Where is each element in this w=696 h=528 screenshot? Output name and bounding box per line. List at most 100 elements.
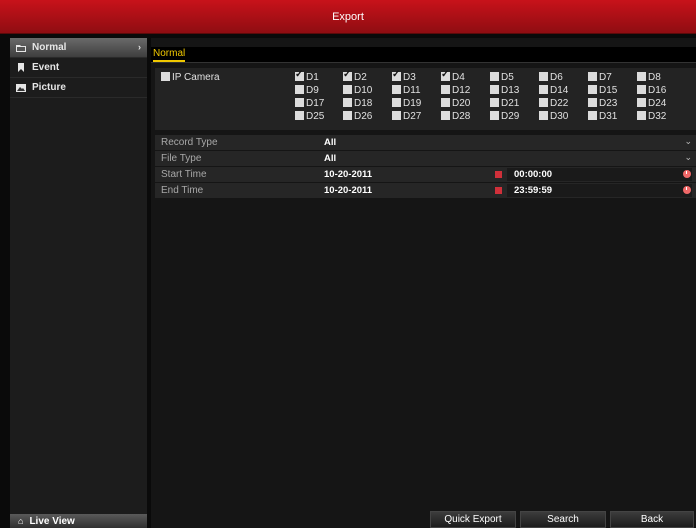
checkbox-icon — [392, 85, 401, 94]
channel-checkbox[interactable]: D22 — [539, 98, 568, 109]
channel-label: D30 — [550, 111, 569, 122]
channel-checkbox[interactable]: D25 — [295, 111, 324, 122]
channel-checkbox[interactable]: D32 — [637, 111, 666, 122]
channel-checkbox[interactable]: D30 — [539, 111, 568, 122]
ip-camera-label: IP Camera — [172, 72, 220, 83]
checkbox-icon — [588, 98, 597, 107]
channel-checkbox[interactable]: D1 — [295, 69, 319, 83]
channel-checkbox[interactable]: D7 — [588, 72, 612, 83]
checkbox-icon — [343, 69, 352, 81]
start-time-field[interactable]: 00:00:00 — [514, 169, 552, 180]
channel-label: D29 — [501, 111, 520, 122]
sidebar-item-normal[interactable]: Normal › — [10, 38, 147, 58]
channel-checkbox[interactable]: D12 — [441, 85, 470, 96]
channel-label: D21 — [501, 98, 520, 109]
channel-label: D1 — [306, 72, 319, 83]
record-type-select[interactable]: All — [324, 137, 336, 148]
channel-checkbox[interactable]: D9 — [295, 85, 319, 96]
channel-checkbox[interactable]: D27 — [392, 111, 421, 122]
calendar-icon[interactable] — [495, 171, 502, 178]
checkbox-icon — [539, 85, 548, 94]
channel-checkbox[interactable]: D20 — [441, 98, 470, 109]
sidebar-item-picture[interactable]: Picture — [10, 78, 147, 98]
channel-label: D31 — [599, 111, 618, 122]
start-time-label: Start Time — [161, 169, 207, 180]
channel-checkbox[interactable]: D23 — [588, 98, 617, 109]
channel-checkbox[interactable]: D5 — [490, 72, 514, 83]
channel-checkbox[interactable]: D11 — [392, 85, 421, 96]
search-button[interactable]: Search — [520, 511, 606, 528]
sidebar-item-label: Event — [32, 62, 60, 73]
checkbox-icon — [392, 111, 401, 120]
checkbox-icon — [343, 85, 352, 94]
checkbox-icon — [441, 69, 450, 81]
channel-checkbox[interactable]: D19 — [392, 98, 421, 109]
channel-checkbox[interactable]: D3 — [392, 69, 416, 83]
channel-label: D7 — [599, 72, 612, 83]
channel-label: D27 — [403, 111, 422, 122]
chevron-down-icon[interactable]: ⌄ — [684, 152, 692, 163]
end-time-field[interactable]: 23:59:59 — [514, 185, 552, 196]
channel-checkbox[interactable]: D31 — [588, 111, 617, 122]
chevron-right-icon: › — [138, 42, 141, 52]
sidebar-item-label: Normal — [32, 42, 67, 53]
channel-checkbox[interactable]: D8 — [637, 72, 661, 83]
sidebar-item-event[interactable]: Event — [10, 58, 147, 78]
clock-icon[interactable] — [683, 186, 691, 194]
channel-checkbox[interactable]: D14 — [539, 85, 568, 96]
channel-label: D5 — [501, 72, 514, 83]
channel-label: D16 — [648, 85, 667, 96]
checkbox-icon — [490, 72, 499, 81]
record-type-label: Record Type — [161, 137, 218, 148]
channel-checkbox[interactable]: D13 — [490, 85, 519, 96]
checkbox-icon — [637, 98, 646, 107]
channel-label: D14 — [550, 85, 569, 96]
chevron-down-icon[interactable]: ⌄ — [684, 136, 692, 147]
channel-checkbox[interactable]: D17 — [295, 98, 324, 109]
channel-checkbox[interactable]: D6 — [539, 72, 563, 83]
start-date-field[interactable]: 10-20-2011 — [324, 169, 372, 180]
clock-icon[interactable] — [683, 170, 691, 178]
channel-label: D13 — [501, 85, 520, 96]
channel-checkbox[interactable]: D2 — [343, 69, 367, 83]
checkbox-icon — [441, 111, 450, 120]
channel-checkbox[interactable]: D21 — [490, 98, 519, 109]
channel-checkbox[interactable]: D16 — [637, 85, 666, 96]
channel-checkbox[interactable]: D18 — [343, 98, 372, 109]
channel-checkbox[interactable]: D10 — [343, 85, 372, 96]
channel-checkbox[interactable]: D15 — [588, 85, 617, 96]
folder-icon — [16, 43, 26, 52]
title-bar: Export — [0, 0, 696, 34]
calendar-icon[interactable] — [495, 187, 502, 194]
channel-checkbox[interactable]: D24 — [637, 98, 666, 109]
checkbox-icon — [441, 98, 450, 107]
channel-checkbox[interactable]: D4 — [441, 69, 465, 83]
checkbox-icon — [539, 98, 548, 107]
back-button[interactable]: Back — [610, 511, 694, 528]
channel-checkbox[interactable]: D29 — [490, 111, 519, 122]
checkbox-icon — [295, 111, 304, 120]
checkbox-icon — [539, 72, 548, 81]
file-type-select[interactable]: All — [324, 153, 336, 164]
channel-checkbox[interactable]: D26 — [343, 111, 372, 122]
checkbox-icon — [588, 85, 597, 94]
checkbox-icon — [295, 69, 304, 81]
channel-label: D8 — [648, 72, 661, 83]
checkbox-icon — [588, 72, 597, 81]
window-title: Export — [332, 10, 364, 23]
end-time-label: End Time — [161, 185, 204, 196]
channel-label: D18 — [354, 98, 373, 109]
checkbox-icon — [490, 111, 499, 120]
home-icon: ⌂ — [18, 516, 24, 526]
record-type-row: Record Type All ⌄ — [155, 135, 696, 150]
channel-label: D23 — [599, 98, 618, 109]
tab-normal[interactable]: Normal — [153, 48, 186, 62]
channel-checkbox[interactable]: D28 — [441, 111, 470, 122]
quick-export-button[interactable]: Quick Export — [430, 511, 516, 528]
ip-camera-checkbox[interactable]: IP Camera — [161, 72, 220, 83]
channel-label: D10 — [354, 85, 373, 96]
channel-label: D11 — [403, 85, 421, 96]
channel-label: D2 — [354, 72, 367, 83]
end-date-field[interactable]: 10-20-2011 — [324, 185, 372, 196]
live-view-button[interactable]: ⌂ Live View — [10, 514, 147, 528]
